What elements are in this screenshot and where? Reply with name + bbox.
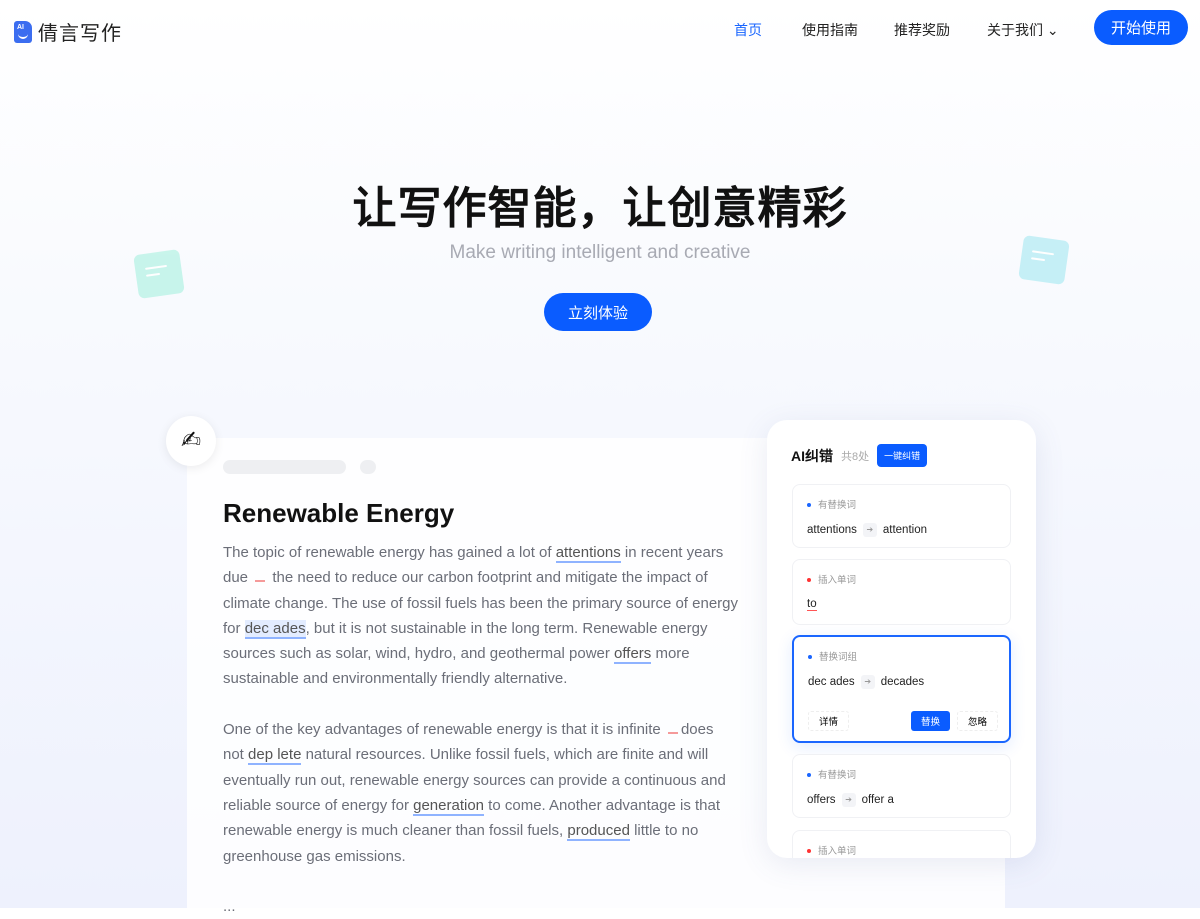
missing-word-marker[interactable] — [667, 720, 678, 735]
start-button[interactable]: 开始使用 — [1094, 10, 1188, 45]
hero-title: 让写作智能，让创意精彩 — [352, 184, 848, 233]
nav-about[interactable]: 关于我们 ⌄ — [987, 20, 1059, 40]
flagged-word[interactable]: dep lete — [248, 746, 302, 766]
original-word: attentions — [807, 524, 857, 536]
ai-correction-panel: AI纠错 共8处 一键纠错 有替换词 attentions ➔ attention 插入… — [767, 420, 1036, 858]
flagged-word[interactable]: offers — [614, 645, 652, 665]
suggested-word: decades — [880, 676, 925, 688]
correction-item[interactable]: 有替换词 attentions ➔ attention — [792, 484, 1011, 548]
missing-word-marker[interactable] — [255, 568, 266, 583]
logo-icon: AI — [14, 20, 32, 43]
flagged-word[interactable]: attentions — [555, 544, 621, 563]
nav-guide[interactable]: 使用指南 — [802, 20, 858, 40]
replace-button[interactable]: 替换 — [911, 711, 951, 731]
ignore-button[interactable]: 忽略 — [957, 711, 999, 731]
ellipsis: ... — [223, 898, 236, 916]
correction-words: attentions ➔ attention — [807, 523, 927, 537]
correction-item[interactable]: 插入单词 to — [792, 559, 1011, 625]
article-title: Renewable Energy — [223, 498, 455, 528]
suggested-word: offer a — [861, 794, 894, 806]
correction-type: 替换词组 — [808, 649, 857, 663]
flagged-word[interactable]: dec ades — [244, 619, 306, 639]
correction-words: to — [807, 598, 817, 611]
correction-type: 有替换词 — [807, 497, 856, 511]
correction-words: offers ➔ offer a — [807, 793, 894, 807]
details-button[interactable]: 详情 — [808, 711, 850, 731]
flagged-word[interactable]: produced — [567, 822, 630, 842]
nav-home[interactable]: 首页 — [734, 20, 762, 40]
skeleton-bar — [223, 460, 346, 474]
logo[interactable]: AI 倩言写作 — [14, 17, 122, 46]
article-body[interactable]: The topic of renewable energy has gained… — [223, 540, 738, 919]
original-word: dec ades — [808, 676, 855, 688]
arrow-right-icon: ➔ — [860, 675, 875, 689]
fix-all-button[interactable]: 一键纠错 — [877, 444, 928, 467]
article-paragraph: The topic of renewable energy has gained… — [223, 544, 739, 688]
original-word: offers — [807, 794, 836, 806]
correction-words: dec ades ➔ decades — [808, 675, 924, 689]
suggested-word: attention — [882, 524, 927, 536]
skeleton-dot — [360, 460, 376, 474]
try-now-button[interactable]: 立刻体验 — [544, 293, 652, 331]
correction-item[interactable]: 替换词组 dec ades ➔ decades 详情 替换 忽略 — [792, 635, 1011, 743]
panel-title: AI纠错 — [791, 447, 833, 464]
flagged-word[interactable]: generation — [413, 796, 485, 816]
correction-item[interactable]: 插入单词 — [792, 830, 1011, 858]
correction-type: 插入单词 — [807, 843, 856, 857]
error-count: 共8处 — [841, 450, 870, 463]
arrow-right-icon: ➔ — [841, 793, 856, 807]
correction-item[interactable]: 有替换词 offers ➔ offer a — [792, 754, 1011, 818]
inserted-word: to — [807, 598, 817, 611]
article-paragraph: One of the key advantages of renewable e… — [223, 720, 726, 865]
logo-text: 倩言写作 — [38, 23, 122, 45]
correction-type: 有替换词 — [807, 767, 856, 781]
correction-type: 插入单词 — [807, 572, 856, 586]
hero-subtitle: Make writing intelligent and creative — [449, 242, 751, 263]
arrow-right-icon: ➔ — [862, 523, 877, 537]
top-nav: AI 倩言写作 首页 使用指南 推荐奖励 关于我们 ⌄ 开始使用 — [0, 0, 1200, 56]
nav-rewards[interactable]: 推荐奖励 — [894, 20, 950, 40]
pen-icon: ✍ — [166, 416, 216, 466]
